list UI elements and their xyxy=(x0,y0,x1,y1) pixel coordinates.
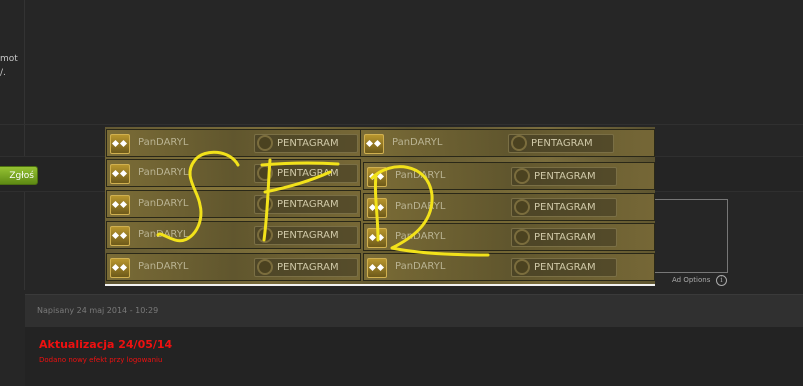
player-entry: PanDARYL PENTAGRAM xyxy=(363,162,655,190)
player-entry: PanDARYL PENTAGRAM xyxy=(106,253,361,281)
info-icon[interactable]: i xyxy=(716,275,727,286)
player-entry: PanDARYL PENTAGRAM xyxy=(106,129,361,157)
post-divider xyxy=(24,0,25,290)
rank-diamond-icon xyxy=(110,195,130,215)
signature-banner: PanDARYL PENTAGRAM PanDARYL PENTAGRAM Pa… xyxy=(105,127,655,286)
rank-diamond-icon xyxy=(110,134,130,154)
ad-options-link[interactable]: Ad Options xyxy=(672,276,710,284)
player-name: PanDARYL xyxy=(395,231,446,242)
guild-name: PENTAGRAM xyxy=(277,168,339,179)
post-body: Aktualizacja 24/05/14 Dodano nowy efekt … xyxy=(25,327,803,386)
update-text: Dodano nowy efekt przy logowaniu xyxy=(39,356,163,364)
guild-name: PENTAGRAM xyxy=(534,171,596,182)
rank-diamond-icon xyxy=(110,258,130,278)
post-text: mot /. xyxy=(0,52,18,80)
player-name: PanDARYL xyxy=(138,198,189,209)
guild-name: PENTAGRAM xyxy=(277,230,339,241)
guild-box: PENTAGRAM xyxy=(254,195,358,214)
player-name: PanDARYL xyxy=(395,201,446,212)
player-name: PanDARYL xyxy=(138,137,189,148)
rank-diamond-icon xyxy=(110,164,130,184)
player-entry: PanDARYL PENTAGRAM xyxy=(363,193,655,221)
guild-name: PENTAGRAM xyxy=(277,262,339,273)
guild-box: PENTAGRAM xyxy=(511,228,617,247)
guild-box: PENTAGRAM xyxy=(254,258,358,277)
player-name: PanDARYL xyxy=(395,261,446,272)
guild-box: PENTAGRAM xyxy=(254,134,358,153)
player-name: PanDARYL xyxy=(395,170,446,181)
player-entry: PanDARYL PENTAGRAM xyxy=(363,223,655,251)
player-entry: PanDARYL PENTAGRAM xyxy=(106,221,361,249)
rank-diamond-icon xyxy=(364,134,384,154)
guild-box: PENTAGRAM xyxy=(254,164,358,183)
update-title: Aktualizacja 24/05/14 xyxy=(39,338,173,351)
rank-diamond-icon xyxy=(110,226,130,246)
guild-box: PENTAGRAM xyxy=(254,226,358,245)
guild-name: PENTAGRAM xyxy=(534,202,596,213)
guild-name: PENTAGRAM xyxy=(534,262,596,273)
post-date: Napisany 24 maj 2014 - 10:29 xyxy=(37,306,159,315)
player-entry: PanDARYL PENTAGRAM xyxy=(106,190,361,218)
guild-name: PENTAGRAM xyxy=(531,138,593,149)
rank-diamond-icon xyxy=(367,198,387,218)
guild-box: PENTAGRAM xyxy=(508,134,614,153)
post-meta-bar: Napisany 24 maj 2014 - 10:29 xyxy=(25,294,803,327)
player-entry: PanDARYL PENTAGRAM xyxy=(106,159,361,187)
player-entry: PanDARYL PENTAGRAM xyxy=(360,129,655,157)
guild-box: PENTAGRAM xyxy=(511,258,617,277)
player-name: PanDARYL xyxy=(138,261,189,272)
player-name: PanDARYL xyxy=(392,137,443,148)
guild-box: PENTAGRAM xyxy=(511,198,617,217)
ad-frame xyxy=(655,199,728,273)
player-name: PanDARYL xyxy=(138,167,189,178)
rank-diamond-icon xyxy=(367,258,387,278)
guild-name: PENTAGRAM xyxy=(277,138,339,149)
guild-box: PENTAGRAM xyxy=(511,167,617,186)
rank-diamond-icon xyxy=(367,167,387,187)
player-name: PanDARYL xyxy=(138,229,189,240)
rank-diamond-icon xyxy=(367,228,387,248)
post-body: mot /. xyxy=(0,0,803,124)
post-text-line: /. xyxy=(0,68,6,78)
separator xyxy=(0,124,803,125)
player-entry: PanDARYL PENTAGRAM xyxy=(363,253,655,281)
guild-name: PENTAGRAM xyxy=(277,199,339,210)
guild-name: PENTAGRAM xyxy=(534,232,596,243)
report-button[interactable]: Zgłoś xyxy=(0,166,38,185)
post-text-line: mot xyxy=(0,54,18,64)
